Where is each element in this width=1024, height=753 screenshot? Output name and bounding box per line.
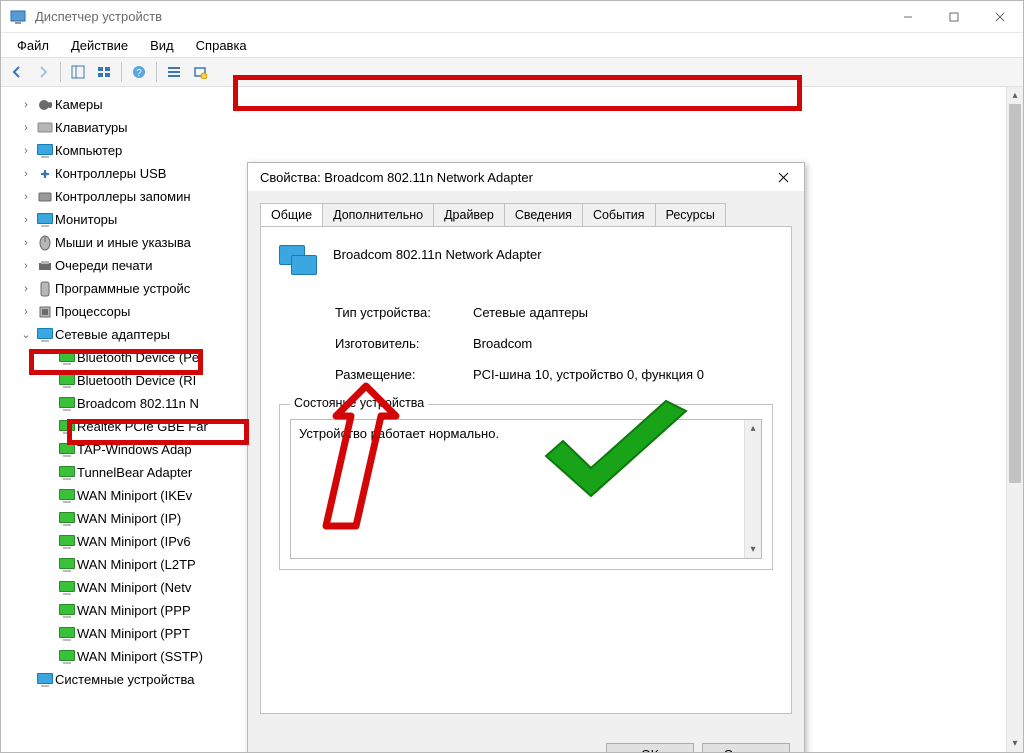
scroll-thumb[interactable]	[1009, 104, 1021, 483]
dialog-buttons: OK Отмена	[606, 743, 790, 752]
tab-resources[interactable]: Ресурсы	[655, 203, 726, 226]
device-header: Broadcom 802.11n Network Adapter	[279, 245, 773, 281]
maximize-button[interactable]	[931, 1, 977, 33]
window-title: Диспетчер устройств	[35, 9, 885, 24]
show-hide-tree-button[interactable]	[66, 60, 90, 84]
scroll-track[interactable]	[1007, 104, 1023, 735]
forward-button[interactable]	[31, 60, 55, 84]
tab-events[interactable]: События	[582, 203, 656, 226]
tree-label: Программные устройс	[55, 278, 190, 300]
ok-button[interactable]: OK	[606, 743, 694, 752]
toolbar-separator	[156, 62, 157, 82]
scroll-down-button[interactable]: ▾	[1007, 735, 1023, 752]
menu-action[interactable]: Действие	[61, 36, 138, 55]
device-info: Тип устройства: Сетевые адаптеры Изготов…	[335, 305, 773, 382]
menu-file[interactable]: Файл	[7, 36, 59, 55]
tab-general[interactable]: Общие	[260, 203, 323, 226]
tab-bar: Общие Дополнительно Драйвер Сведения Соб…	[248, 191, 804, 226]
dialog-titlebar: Свойства: Broadcom 802.11n Network Adapt…	[248, 163, 804, 191]
tree-item[interactable]: ›Компьютер	[5, 139, 1006, 162]
scroll-up-icon[interactable]: ▴	[745, 420, 761, 437]
tree-label: Очереди печати	[55, 255, 153, 277]
tree-label: Мониторы	[55, 209, 117, 231]
status-scrollbar[interactable]: ▴ ▾	[744, 420, 761, 558]
menu-view[interactable]: Вид	[140, 36, 184, 55]
tab-advanced[interactable]: Дополнительно	[322, 203, 434, 226]
vertical-scrollbar[interactable]: ▴ ▾	[1006, 87, 1023, 752]
label-device-type: Тип устройства:	[335, 305, 473, 320]
value-device-type: Сетевые адаптеры	[473, 305, 773, 320]
tab-content: Broadcom 802.11n Network Adapter Тип уст…	[260, 226, 792, 714]
svg-text:?: ?	[136, 68, 142, 79]
scroll-down-icon[interactable]: ▾	[745, 541, 761, 558]
tree-label: Клавиатуры	[55, 117, 128, 139]
status-textbox[interactable]: Устройство работает нормально. ▴ ▾	[290, 419, 762, 559]
label-manufacturer: Изготовитель:	[335, 336, 473, 351]
properties-dialog: Свойства: Broadcom 802.11n Network Adapt…	[247, 162, 805, 752]
tab-details[interactable]: Сведения	[504, 203, 583, 226]
status-legend: Состояние устройства	[290, 396, 428, 410]
titlebar: Диспетчер устройств	[1, 1, 1023, 33]
minimize-button[interactable]	[885, 1, 931, 33]
tree-label: Сетевые адаптеры	[55, 324, 170, 346]
dialog-close-button[interactable]	[762, 163, 804, 191]
tree-item[interactable]: ›Клавиатуры	[5, 116, 1006, 139]
device-manager-window: Диспетчер устройств Файл Действие Вид Сп…	[0, 0, 1024, 753]
menu-bar: Файл Действие Вид Справка	[1, 33, 1023, 57]
cancel-button[interactable]: Отмена	[702, 743, 790, 752]
close-button[interactable]	[977, 1, 1023, 33]
collapse-icon[interactable]: ⌄	[17, 324, 35, 346]
toolbar-separator	[121, 62, 122, 82]
tree-label: Процессоры	[55, 301, 130, 323]
help-button[interactable]: ?	[127, 60, 151, 84]
device-status-group: Состояние устройства Устройство работает…	[279, 404, 773, 570]
back-button[interactable]	[5, 60, 29, 84]
tree-label: Контроллеры запомин	[55, 186, 191, 208]
toolbar-separator	[60, 62, 61, 82]
label-location: Размещение:	[335, 367, 473, 382]
scroll-up-button[interactable]: ▴	[1007, 87, 1023, 104]
device-name: Broadcom 802.11n Network Adapter	[333, 245, 542, 262]
tab-driver[interactable]: Драйвер	[433, 203, 505, 226]
status-text: Устройство работает нормально.	[299, 426, 499, 441]
app-icon	[9, 8, 27, 26]
dialog-title: Свойства: Broadcom 802.11n Network Adapt…	[260, 170, 762, 185]
value-location: PCI-шина 10, устройство 0, функция 0	[473, 367, 773, 382]
network-icon	[35, 326, 55, 344]
tree-label: Контроллеры USB	[55, 163, 166, 185]
device-icon	[279, 245, 319, 281]
client-area: ›Камеры ›Клавиатуры ›Компьютер ›Контролл…	[1, 87, 1023, 752]
list-button[interactable]	[162, 60, 186, 84]
scan-button[interactable]	[188, 60, 212, 84]
menu-help[interactable]: Справка	[186, 36, 257, 55]
tree-label: Мыши и иные указыва	[55, 232, 191, 254]
toolbar: ?	[1, 57, 1023, 87]
tree-item[interactable]: ›Камеры	[5, 93, 1006, 116]
value-manufacturer: Broadcom	[473, 336, 773, 351]
tree-label: Камеры	[55, 94, 103, 116]
tree-label: Компьютер	[55, 140, 122, 162]
group-button[interactable]	[92, 60, 116, 84]
